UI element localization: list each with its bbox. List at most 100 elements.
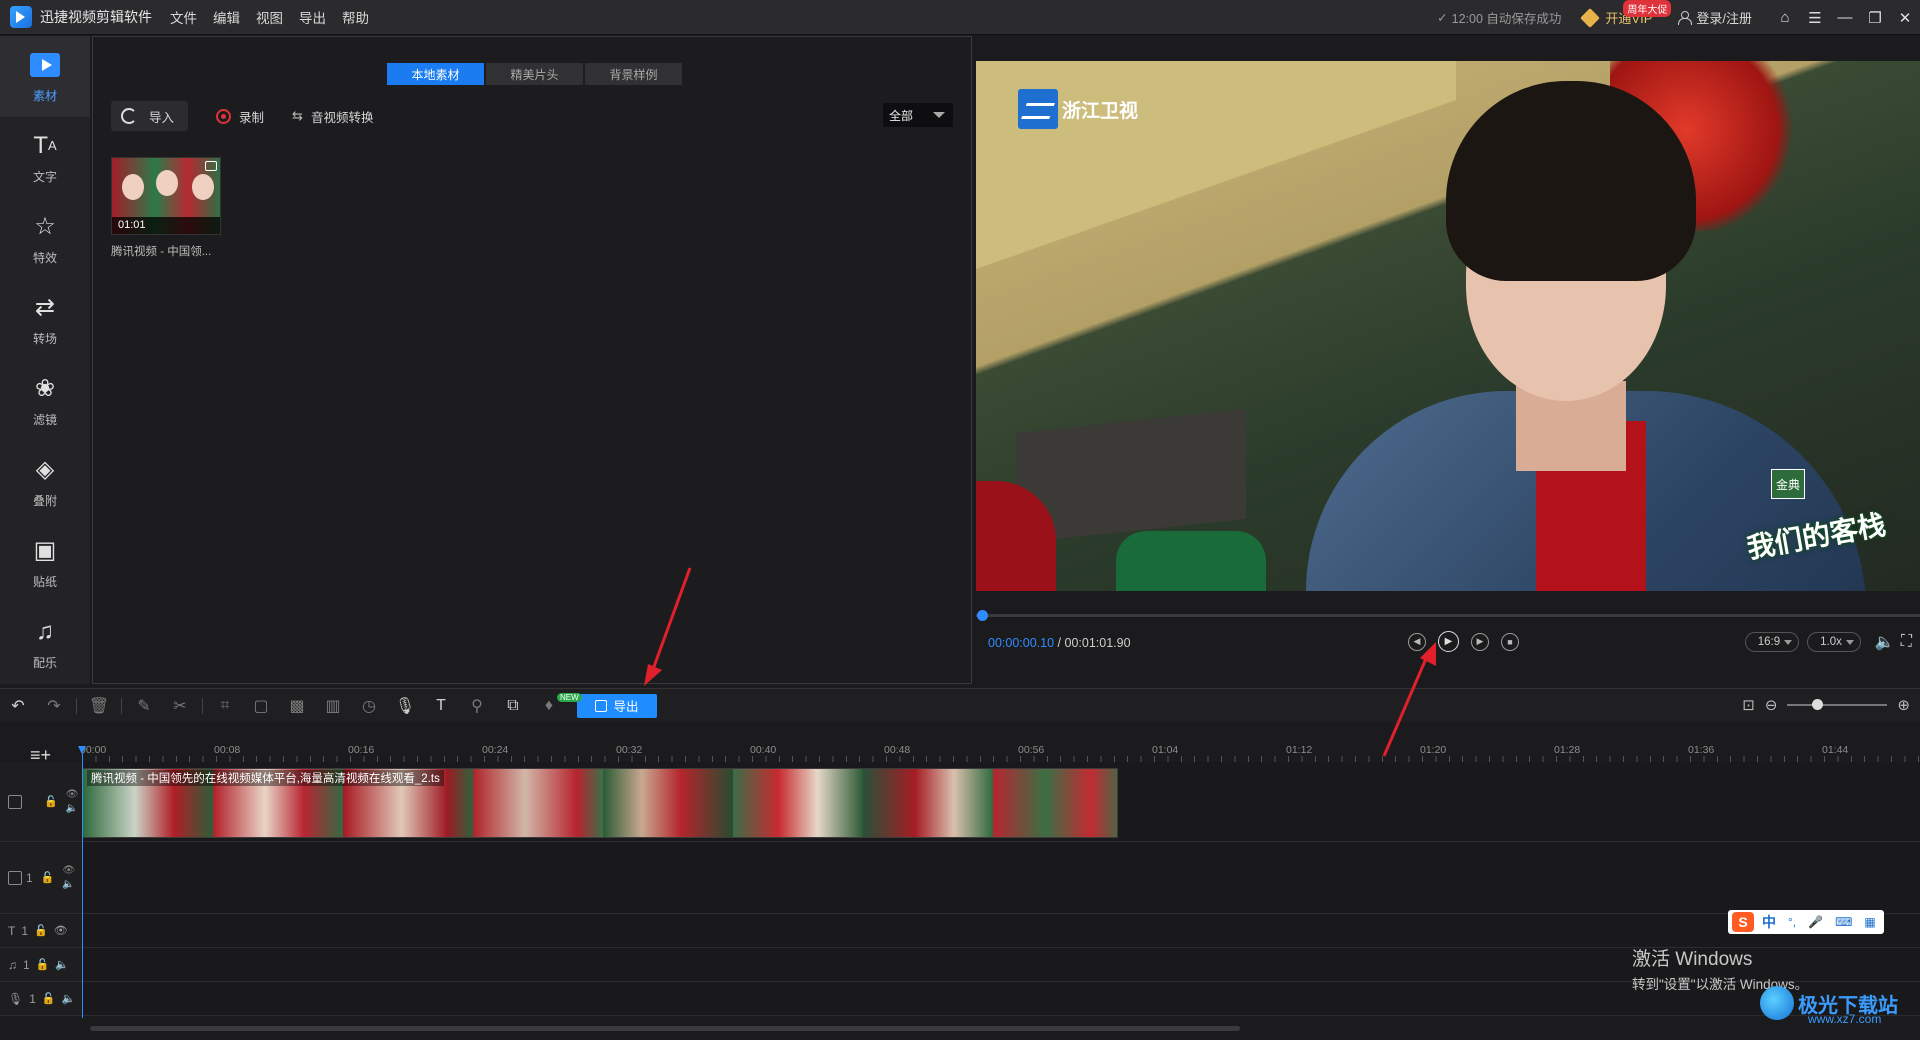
divider	[202, 697, 203, 714]
apps-icon[interactable]: ▦	[1864, 915, 1875, 929]
picture-in-picture-icon[interactable]: ⧉	[495, 697, 531, 715]
import-button[interactable]: 导入	[111, 101, 189, 131]
keyboard-icon[interactable]: ⌨	[1835, 915, 1852, 929]
timeline-playhead[interactable]	[78, 746, 86, 1018]
music-icon: ♫	[36, 617, 54, 645]
resize-icon[interactable]: ▢	[243, 696, 279, 716]
zoom-in-icon[interactable]: ⊕	[1897, 696, 1910, 714]
speech-icon[interactable]: ⚲	[459, 696, 495, 716]
horizontal-scrollbar[interactable]	[90, 1026, 1240, 1031]
title-bar: 迅捷视频剪辑软件 文件 编辑 视图 导出 帮助 ✓ 12:00 自动保存成功 开…	[0, 0, 1920, 35]
media-filter-select[interactable]: 全部	[883, 103, 953, 127]
tab-intros[interactable]: 精美片头	[486, 63, 583, 85]
next-frame-icon[interactable]: ▶	[1471, 632, 1489, 651]
ruler-tick-label: 01:12	[1286, 744, 1313, 756]
sidebar-item-transition[interactable]: ⇄ 转场	[0, 279, 90, 360]
timeline-video-clip[interactable]: 腾讯视频 - 中国领先的在线视频媒体平台,海量高清视频在线观看_2.ts	[82, 768, 1118, 838]
fit-timeline-icon[interactable]: ⊡	[1742, 696, 1755, 714]
tab-backgrounds[interactable]: 背景样例	[585, 63, 682, 85]
duration-icon[interactable]: ◷	[351, 696, 387, 716]
menu-edit[interactable]: 编辑	[213, 7, 240, 27]
total-time: 00:01:01.90	[1064, 636, 1131, 650]
stop-icon[interactable]: ■	[1501, 632, 1519, 651]
sidebar-item-effects[interactable]: ☆ 特效	[0, 198, 90, 279]
zoom-knob[interactable]	[1812, 699, 1824, 710]
volume-icon[interactable]: 🔈	[62, 992, 76, 1005]
sidebar-item-sticker[interactable]: ▣ 贴纸	[0, 522, 90, 603]
lock-icon[interactable]: 🔓	[44, 795, 58, 808]
menu-export[interactable]: 导出	[299, 7, 326, 27]
lock-icon[interactable]: 🔓	[34, 924, 48, 937]
lock-icon[interactable]: 🔓	[36, 958, 50, 971]
home-icon[interactable]: ⌂	[1770, 0, 1800, 35]
thumb-face	[122, 174, 144, 200]
vip-promo-badge: 周年大促	[1623, 0, 1672, 17]
menu-view[interactable]: 视图	[256, 7, 283, 27]
sidebar-item-text[interactable]: TA 文字	[0, 117, 90, 198]
ruler-tick-label: 00:40	[750, 744, 777, 756]
delete-icon[interactable]: 🗑	[81, 696, 117, 716]
autosave-status: ✓ 12:00 自动保存成功	[1437, 8, 1561, 27]
undo-icon[interactable]: ↶	[0, 696, 36, 716]
track-number: 1	[21, 923, 29, 938]
volume-icon[interactable]: 🔈	[66, 802, 79, 816]
speed-select[interactable]: 1.0x	[1807, 632, 1861, 652]
volume-icon[interactable]: 🔈	[62, 878, 75, 892]
sidebar-item-label: 文字	[32, 169, 57, 184]
media-panel: 本地素材 精美片头 背景样例 导入 录制 ⇆ 音视频转换 全部 01:01 腾讯…	[92, 36, 972, 684]
media-tabs: 本地素材 精美片头 背景样例	[387, 63, 684, 85]
restore-button[interactable]: ❐	[1860, 0, 1890, 35]
mosaic-icon[interactable]: ▩	[279, 696, 315, 716]
sidebar-item-overlay[interactable]: ◈ 叠附	[0, 441, 90, 522]
menu-file[interactable]: 文件	[170, 7, 197, 27]
minimize-button[interactable]: —	[1830, 0, 1860, 35]
eye-icon[interactable]: 👁	[54, 924, 68, 937]
tab-local-media[interactable]: 本地素材	[387, 63, 484, 85]
cut-icon[interactable]: ✂	[162, 696, 198, 716]
menu-help[interactable]: 帮助	[342, 7, 369, 27]
aspect-ratio-select[interactable]: 16:9	[1744, 632, 1800, 652]
punctuation-icon[interactable]: °,	[1788, 915, 1796, 929]
login-button[interactable]: 登录/注册	[1678, 8, 1752, 27]
eye-icon[interactable]: 👁	[66, 788, 79, 802]
sidebar-item-filter[interactable]: ❀ 滤镜	[0, 360, 90, 441]
volume-icon[interactable]: 🔈	[1875, 632, 1895, 652]
ruler-tick-label: 00:48	[884, 744, 911, 756]
record-button[interactable]: 录制	[216, 101, 264, 131]
video-frame[interactable]: 浙江卫视 金典 我们的客栈	[976, 61, 1920, 591]
lock-icon[interactable]: 🔓	[41, 871, 55, 884]
sidebar-item-media[interactable]: 素材	[0, 36, 90, 117]
crop-icon[interactable]: ⌗	[207, 697, 243, 715]
sogou-icon: S	[1732, 912, 1754, 932]
lock-icon[interactable]: 🔓	[42, 992, 56, 1005]
zoom-out-icon[interactable]: ⊖	[1765, 696, 1778, 714]
text-track-icon: T	[8, 923, 16, 938]
microphone-icon[interactable]: 🎤	[1808, 915, 1823, 929]
zoom-slider[interactable]	[1787, 699, 1888, 710]
timecode: 00:00:00.10 / 00:01:01.90	[988, 636, 1131, 650]
convert-button[interactable]: ⇆ 音视频转换	[292, 101, 373, 131]
sidebar-item-label: 贴纸	[32, 574, 57, 589]
left-sidebar: 素材 TA 文字 ☆ 特效 ⇄ 转场 ❀ 滤镜 ◈ 叠附 ▣ 贴纸 ♫ 配乐	[0, 36, 90, 684]
text-to-speech-icon[interactable]: T	[423, 697, 459, 715]
clip-frame	[733, 769, 863, 837]
timeline-ruler[interactable]: 00:00 00:08 00:16 00:24 00:32 00:40 00:48 00:56…	[80, 722, 1920, 762]
media-clip[interactable]: 01:01 腾讯视频 - 中国领...	[111, 157, 221, 259]
progress-knob[interactable]	[976, 610, 988, 621]
playback-progress[interactable]	[976, 610, 1920, 621]
vip-button[interactable]: 开通VIP 周年大促	[1580, 0, 1672, 28]
fullscreen-icon[interactable]: ⛶	[1901, 633, 1912, 651]
export-button[interactable]: 导出	[577, 693, 657, 718]
ime-toolbar[interactable]: S 中 °, 🎤 ⌨ ▦	[1728, 910, 1884, 934]
sidebar-item-music[interactable]: ♫ 配乐	[0, 603, 90, 684]
redo-icon[interactable]: ↷	[36, 696, 72, 716]
edit-icon[interactable]: ✎	[126, 696, 162, 716]
audio-wave-icon[interactable]: ▥	[315, 696, 351, 716]
close-button[interactable]: ✕	[1890, 0, 1920, 35]
eye-icon[interactable]: 👁	[62, 864, 75, 878]
microphone-icon[interactable]: 🎙	[387, 696, 423, 716]
menu-icon[interactable]: ☰	[1800, 0, 1830, 35]
sidebar-item-label: 特效	[32, 250, 57, 265]
ruler-tick-label: 00:24	[482, 744, 509, 756]
volume-icon[interactable]: 🔈	[55, 958, 69, 971]
